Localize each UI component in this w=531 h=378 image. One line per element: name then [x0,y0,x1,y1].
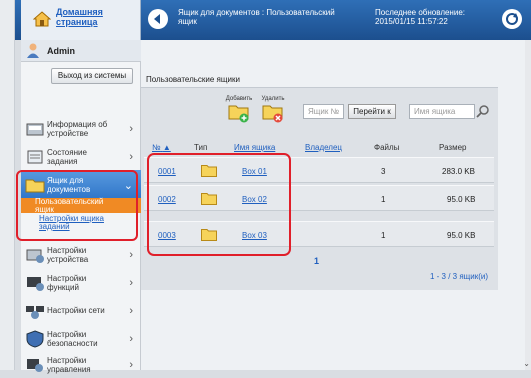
last-updated: Последнее обновление: 2015/01/15 11:57:2… [375,8,485,26]
chevron-right-icon: › [129,333,133,345]
column-no-label: № [152,143,161,152]
nav-label-line2: устройства [47,255,89,264]
network-settings-icon [26,306,44,319]
home-link-line2: страница [56,17,98,27]
app-window: Домашняя страница Ящик для документов : … [0,0,531,374]
nav-label-line2: безопасности [47,339,98,348]
box-size: 95.0 KB [447,231,476,240]
home-link-line1: Домашняя [56,7,103,17]
nav-label: Настройки безопасности [47,330,119,348]
nav-label-line1: Информация об [47,120,108,129]
job-status-icon [27,150,43,164]
chevron-right-icon: › [129,123,133,135]
highlight-box-sidebar [16,170,138,241]
chevron-right-icon: › [129,305,133,317]
home-link[interactable]: Домашняя страница [56,7,126,27]
nav-label-line1: Настройки [47,274,87,283]
back-button[interactable] [148,9,168,29]
column-size: Размер [439,143,467,152]
breadcrumb-line1: Ящик для документов : Пользовательский [178,8,335,17]
refresh-button[interactable] [502,9,522,29]
device-info-icon [26,123,44,136]
delete-folder-icon [262,105,283,123]
add-label: Добавить [225,96,253,102]
function-settings-icon [27,277,44,291]
nav-label: Настройки устройства [47,246,119,264]
arrow-left-icon [154,14,160,24]
nav-security-settings[interactable]: Настройки безопасности › [21,324,141,352]
nav-function-settings[interactable]: Настройки функций › [21,268,141,296]
nav-label-line1: Состояние [47,148,87,157]
scrollbar[interactable]: ⌄ [523,40,531,370]
nav-label-line2: задания [47,157,78,166]
box-number-input[interactable]: Ящик № [303,104,344,119]
user-name: Admin [47,46,75,56]
breadcrumb-line2: ящик [178,17,197,26]
highlight-box-table [147,153,291,256]
box-size: 283.0 KB [442,167,475,176]
nav-device-settings[interactable]: Настройки устройства › [21,240,141,268]
nav-label-line2: функций [47,283,79,292]
add-button[interactable]: Добавить [224,95,254,131]
refresh-icon [506,13,518,25]
column-type: Тип [194,143,208,152]
nav-label: Настройки сети [47,306,119,315]
device-settings-icon [26,249,44,263]
shield-icon [26,330,44,348]
breadcrumb: Ящик для документов : Пользовательский я… [178,8,358,26]
nav-management-settings[interactable]: Настройки управления › [21,350,141,378]
goto-button[interactable]: Перейти к [348,104,396,119]
box-files: 1 [381,195,386,204]
nav-label: Настройки управления [47,356,119,374]
nav-job-status[interactable]: Состояние задания › [21,142,141,170]
chevron-right-icon: › [129,277,133,289]
user-bar: Admin [21,40,141,62]
column-files: Файлы [374,143,400,152]
nav-label: Состояние задания [47,148,119,166]
left-strip [0,0,15,370]
sort-ascending-icon: ▲ [162,143,171,152]
user-icon [27,43,39,58]
delete-button[interactable]: Удалить [258,95,288,131]
nav-label-line1: Настройки [47,330,87,339]
panel-title: Пользовательские ящики [146,75,240,84]
box-name-input[interactable]: Имя ящика [409,104,475,119]
search-icon[interactable] [476,104,490,118]
nav-label-line1: Настройки [47,356,87,365]
home-panel: Домашняя страница [21,0,141,40]
box-files: 3 [381,167,386,176]
column-owner[interactable]: Владелец [305,143,342,152]
delete-label: Удалить [261,96,285,102]
column-no[interactable]: № ▲ [152,143,171,152]
chevron-right-icon: › [129,249,133,261]
home-icon[interactable] [33,10,51,28]
nav-network-settings[interactable]: Настройки сети › [21,296,141,324]
item-count: 1 - 3 / 3 ящик(и) [430,272,489,281]
last-updated-time: 2015/01/15 11:57:22 [375,17,448,26]
management-settings-icon [27,359,43,372]
nav-label-line1: Настройки [47,246,87,255]
chevron-right-icon: › [129,151,133,163]
column-name[interactable]: Имя ящика [234,143,275,152]
top-bar: Домашняя страница Ящик для документов : … [15,0,531,40]
box-files: 1 [381,231,386,240]
nav-label-line1: Настройки сети [47,306,105,315]
chevron-down-icon[interactable]: ⌄ [523,359,530,368]
nav-device-info[interactable]: Информация об устройстве › [21,114,141,142]
nav-label: Информация об устройстве [47,120,119,138]
box-size: 95.0 KB [447,195,476,204]
page-number[interactable]: 1 [314,256,319,266]
logout-button[interactable]: Выход из системы [51,68,133,84]
last-updated-label: Последнее обновление: [375,8,465,17]
nav-label-line2: устройстве [47,129,89,138]
chevron-right-icon: › [129,359,133,371]
add-folder-icon [228,105,249,123]
nav-label: Настройки функций [47,274,119,292]
